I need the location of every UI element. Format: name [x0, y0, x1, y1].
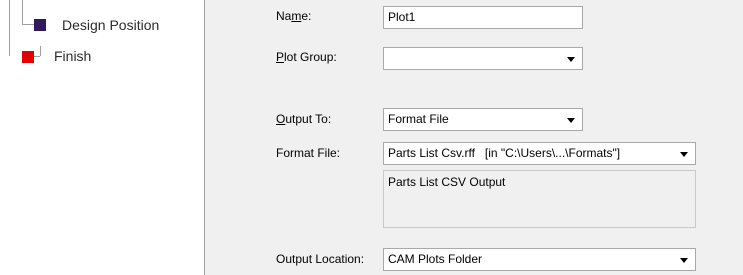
- tree-connector-line: [22, 0, 23, 24]
- chevron-down-icon: [567, 117, 575, 123]
- output-to-label-accesskey: O: [276, 112, 286, 126]
- plot-group-select[interactable]: [383, 47, 583, 70]
- format-file-label: Format File:: [276, 146, 341, 160]
- name-input[interactable]: Plot1: [383, 6, 583, 29]
- name-label: Name:: [276, 9, 311, 23]
- name-label-part: Na: [276, 9, 292, 23]
- output-to-label: Output To:: [276, 112, 331, 126]
- format-file-select[interactable]: Parts List Csv.rff [in "C:\Users\...\For…: [383, 142, 696, 165]
- output-to-select[interactable]: Format File: [383, 108, 583, 131]
- format-file-value: Parts List Csv.rff [in "C:\Users\...\For…: [388, 146, 621, 160]
- chevron-down-icon: [680, 257, 688, 263]
- plot-group-label-accesskey: P: [276, 50, 285, 64]
- output-location-select[interactable]: CAM Plots Folder: [383, 248, 696, 271]
- tree-connector-line: [40, 46, 41, 56]
- design-position-icon: [34, 19, 46, 31]
- chevron-down-icon: [680, 151, 688, 157]
- plot-group-label-part: lot Group:: [284, 50, 337, 64]
- plot-tree-panel: Design Position Finish: [0, 0, 205, 275]
- tree-item-label: Design Position: [62, 17, 160, 33]
- plot-settings-form: Name: Plot1 Plot Group: Output To: Forma…: [206, 0, 743, 275]
- tree-item-label: Finish: [54, 48, 92, 64]
- output-to-value: Format File: [388, 112, 449, 126]
- plot-group-label: Plot Group:: [276, 50, 337, 64]
- name-label-part: e:: [301, 9, 312, 23]
- tree-connector-line: [22, 24, 34, 25]
- name-label-accesskey: m: [291, 9, 302, 23]
- format-file-description: Parts List CSV Output: [383, 170, 696, 228]
- finish-icon: [22, 51, 34, 63]
- output-location-value: CAM Plots Folder: [388, 252, 483, 266]
- chevron-down-icon: [567, 56, 575, 62]
- tree-connector-line: [9, 0, 10, 56]
- output-to-label-part: utput To:: [285, 112, 332, 126]
- output-location-label: Output Location:: [276, 252, 365, 266]
